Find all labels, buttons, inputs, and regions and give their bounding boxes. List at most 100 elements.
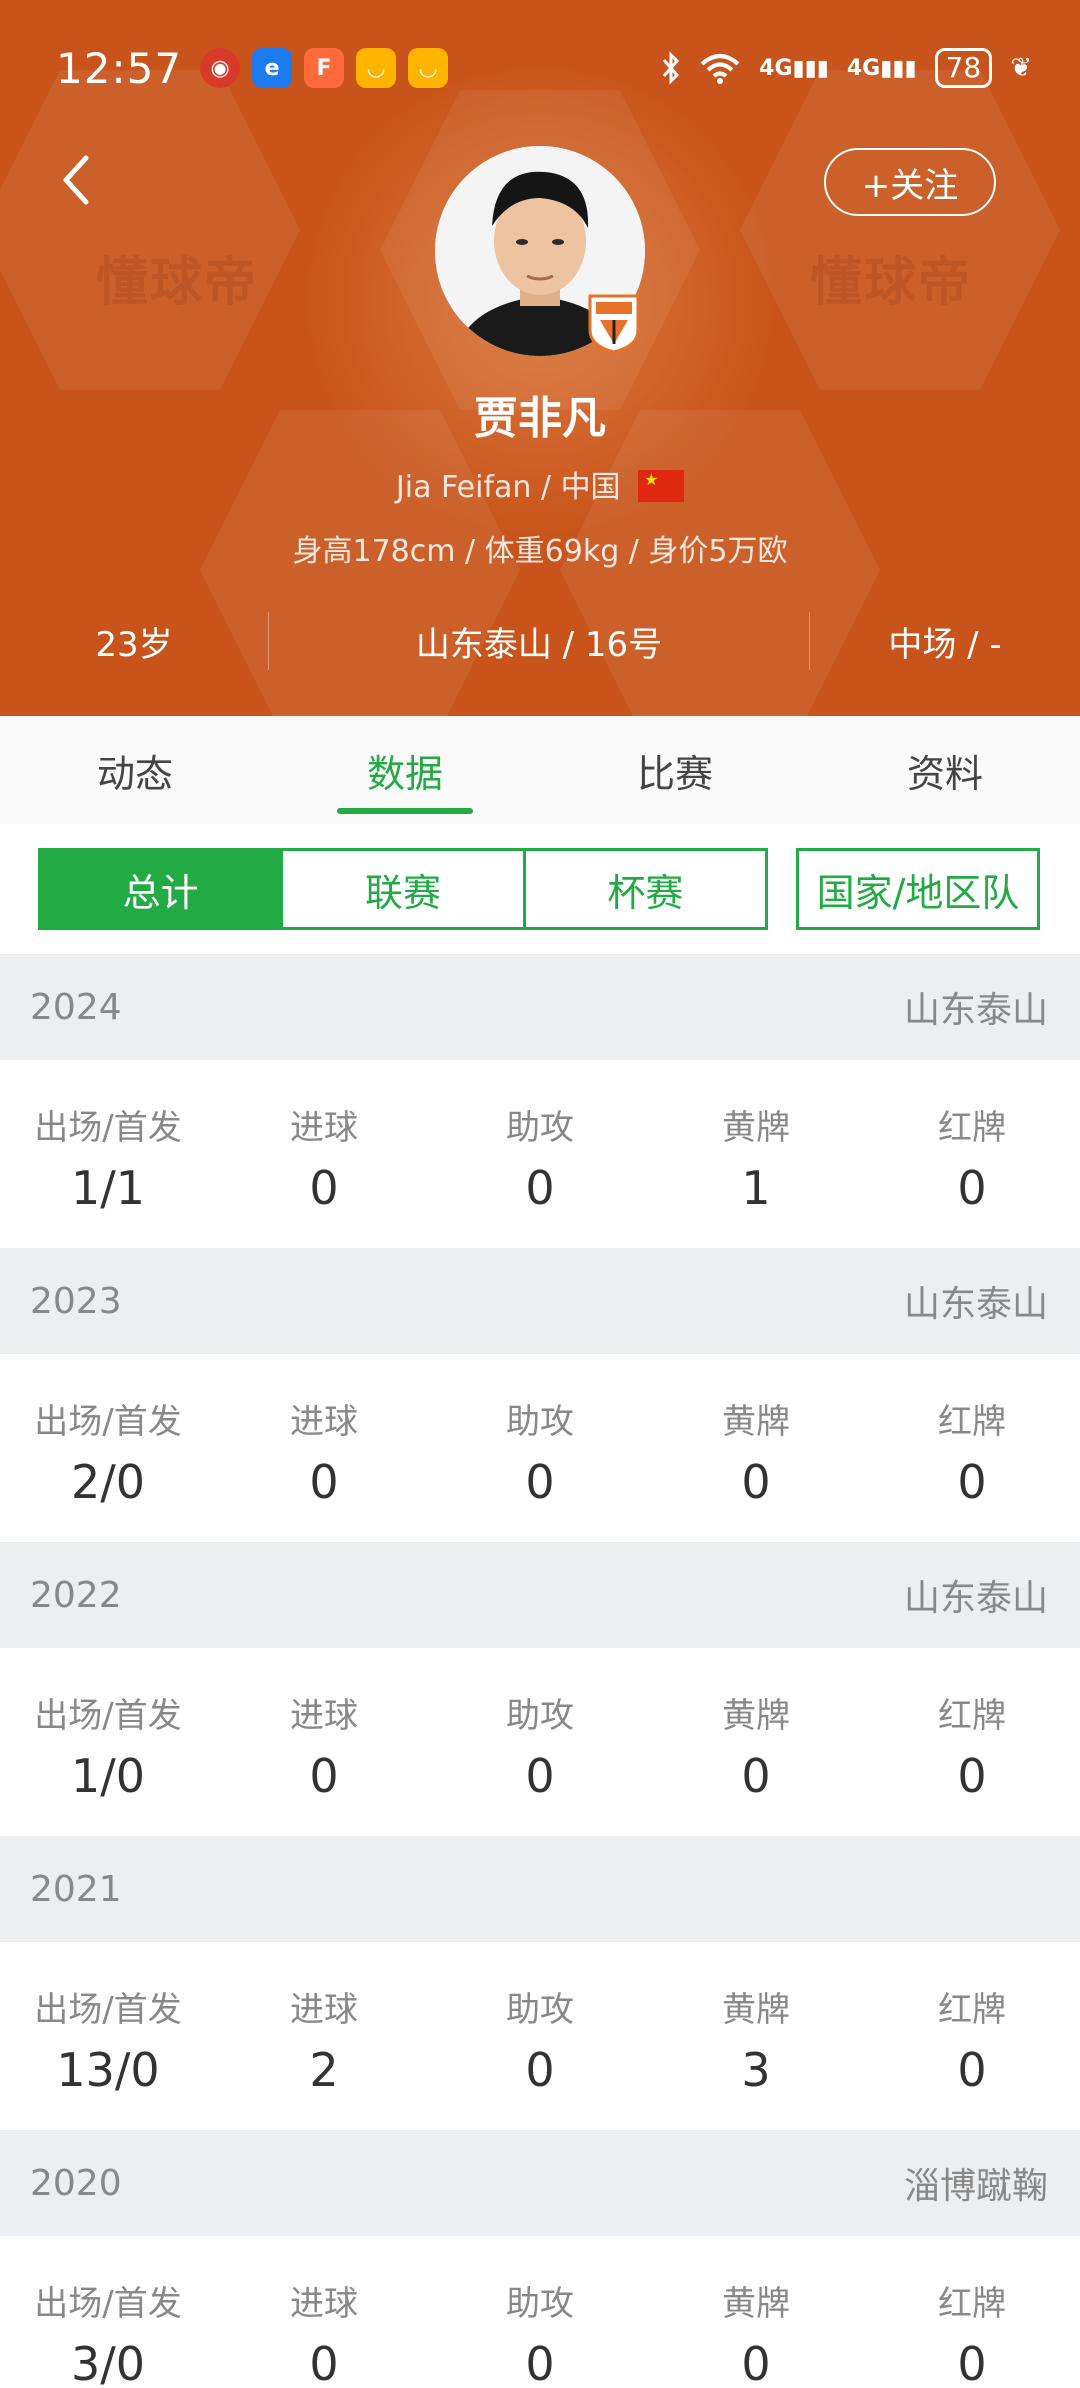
season-header: 2022 山东泰山 (0, 1542, 1080, 1648)
season-club: 山东泰山 (903, 1578, 1048, 1619)
hex-decoration (740, 70, 1060, 390)
season-year: 2020 (30, 2162, 122, 2204)
stat-value: 13/0 (56, 2043, 160, 2097)
player-subtitle: Jia Feifan / 中国 ★ (0, 462, 1080, 506)
leaf-icon: ❦ (1010, 53, 1032, 83)
stat-value: 0 (741, 1749, 771, 1803)
stat-value: 0 (525, 2043, 555, 2097)
stat-label: 黄牌 (722, 2284, 790, 2324)
stat-value: 0 (957, 1749, 987, 1803)
stat-appearances: 出场/首发 1/0 (0, 1648, 216, 1836)
stat-yellow-cards: 黄牌 3 (648, 1942, 864, 2130)
stat-label: 进球 (290, 1108, 358, 1148)
stat-label: 出场/首发 (34, 1990, 182, 2030)
stat-label: 红牌 (938, 1108, 1006, 1148)
stat-label: 助攻 (506, 1108, 574, 1148)
stat-assists: 助攻 0 (432, 1942, 648, 2130)
stat-value: 0 (741, 1455, 771, 1509)
season-stats-row: 出场/首发 13/0 进球 2 助攻 0 黄牌 3 红牌 0 (0, 1942, 1080, 2130)
season-header: 2023 山东泰山 (0, 1248, 1080, 1354)
stat-value: 3 (741, 2043, 771, 2097)
season-stats-row: 出场/首发 1/0 进球 0 助攻 0 黄牌 0 红牌 0 (0, 1648, 1080, 1836)
stat-label: 进球 (290, 1402, 358, 1442)
season-header: 2020 淄博蹴鞠 (0, 2130, 1080, 2236)
tab-news[interactable]: 动态 (0, 716, 270, 824)
stat-yellow-cards: 黄牌 0 (648, 1648, 864, 1836)
stat-label: 出场/首发 (34, 2284, 182, 2324)
season-stats-row: 出场/首发 3/0 进球 0 助攻 0 黄牌 0 红牌 0 (0, 2236, 1080, 2388)
stat-appearances: 出场/首发 13/0 (0, 1942, 216, 2130)
season-year: 2024 (30, 986, 122, 1028)
notification-icons: ◉ e F ◡ ◡ (200, 48, 449, 88)
stat-goals: 进球 2 (216, 1942, 432, 2130)
main-tabs: 动态 数据 比赛 资料 (0, 716, 1080, 824)
competition-filter: 总计 联赛 杯赛 国家/地区队 (0, 824, 1080, 954)
app-notification-icon: ◉ (200, 48, 241, 88)
status-time: 12:57 (56, 43, 183, 93)
stat-appearances: 出场/首发 3/0 (0, 2236, 216, 2388)
player-position: 中场 / - (888, 624, 1002, 665)
wifi-icon (700, 54, 740, 84)
stat-label: 黄牌 (722, 1696, 790, 1736)
stat-value: 0 (309, 1161, 339, 1215)
stat-value: 0 (957, 2337, 987, 2388)
player-header: 懂球帝 懂球帝 12:57 ◉ e F ◡ ◡ 4G▮▮▮ 4G▮▮▮ 78 ❦ (0, 0, 1080, 716)
stat-value: 0 (525, 1455, 555, 1509)
tab-profile[interactable]: 资料 (810, 716, 1080, 824)
signal-icon-1: 4G▮▮▮ (759, 55, 829, 81)
player-nationality: 中国 (560, 470, 621, 505)
stat-value: 0 (309, 1749, 339, 1803)
segment-league[interactable]: 联赛 (280, 851, 522, 927)
segment-cup[interactable]: 杯赛 (522, 851, 765, 927)
stat-value: 0 (741, 2337, 771, 2388)
follow-button[interactable]: +关注 (824, 148, 996, 216)
stat-yellow-cards: 黄牌 0 (648, 1354, 864, 1542)
team-badge-icon (588, 294, 640, 354)
season-header: 2021 (0, 1836, 1080, 1942)
player-club-number: 山东泰山 / 16号 (415, 624, 663, 665)
stat-label: 红牌 (938, 1696, 1006, 1736)
stat-value: 0 (525, 1749, 555, 1803)
battery-icon: 78 (934, 48, 993, 88)
player-body-info: 身高178cm / 体重69kg / 身价5万欧 (292, 534, 788, 569)
app-shopping-icon: ◡ (356, 48, 397, 88)
season-stats-row: 出场/首发 1/1 进球 0 助攻 0 黄牌 1 红牌 0 (0, 1060, 1080, 1248)
signal-icon-2: 4G▮▮▮ (846, 55, 917, 81)
stat-label: 红牌 (938, 2284, 1006, 2324)
china-flag-icon: ★ (638, 470, 685, 502)
season-stats-row: 出场/首发 2/0 进球 0 助攻 0 黄牌 0 红牌 0 (0, 1354, 1080, 1542)
stat-label: 黄牌 (722, 1108, 790, 1148)
stat-label: 进球 (290, 1696, 358, 1736)
competition-segment-group: 总计 联赛 杯赛 (38, 848, 768, 930)
stat-goals: 进球 0 (216, 1648, 432, 1836)
season-year: 2022 (30, 1574, 122, 1616)
stat-value: 1/0 (70, 1749, 146, 1803)
stat-label: 出场/首发 (34, 1108, 182, 1148)
stat-label: 助攻 (506, 1990, 574, 2030)
tab-matches[interactable]: 比赛 (540, 716, 810, 824)
stat-label: 出场/首发 (34, 1402, 182, 1442)
stat-label: 黄牌 (722, 1990, 790, 2030)
stat-value: 1/1 (70, 1161, 146, 1215)
stat-value: 3/0 (70, 2337, 146, 2388)
stat-value: 0 (525, 1161, 555, 1215)
player-english-name: Jia Feifan (395, 470, 532, 505)
segment-total[interactable]: 总计 (41, 851, 281, 927)
stat-goals: 进球 0 (216, 1354, 432, 1542)
stat-label: 红牌 (938, 1990, 1006, 2030)
stat-value: 1 (741, 1161, 771, 1215)
stat-value: 0 (957, 1455, 987, 1509)
stat-label: 出场/首发 (34, 1696, 182, 1736)
stat-label: 黄牌 (722, 1402, 790, 1442)
stat-value: 0 (957, 1161, 987, 1215)
stat-appearances: 出场/首发 2/0 (0, 1354, 216, 1542)
segment-national-team[interactable]: 国家/地区队 (796, 848, 1040, 930)
stat-red-cards: 红牌 0 (864, 1942, 1080, 2130)
tab-data[interactable]: 数据 (270, 716, 540, 824)
app-f-icon: F (304, 48, 345, 88)
stat-label: 进球 (290, 1990, 358, 2030)
stat-value: 0 (309, 1455, 339, 1509)
stat-assists: 助攻 0 (432, 1648, 648, 1836)
back-arrow-icon[interactable] (56, 150, 96, 210)
stat-yellow-cards: 黄牌 0 (648, 2236, 864, 2388)
